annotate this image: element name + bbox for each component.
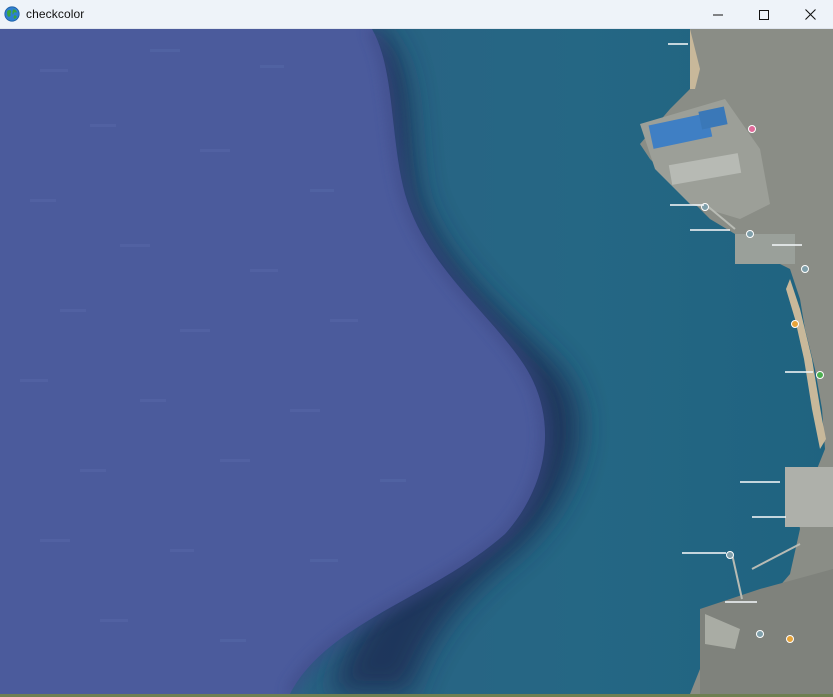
map-view[interactable] [0,29,833,694]
close-button[interactable] [787,0,833,29]
window-title: checkcolor [26,7,85,21]
maximize-icon [759,9,769,20]
maximize-button[interactable] [741,0,787,29]
title-bar[interactable]: checkcolor [0,0,833,29]
close-icon [804,9,816,20]
globe-icon [4,6,20,22]
minimize-button[interactable] [695,0,741,29]
map-canvas[interactable] [0,29,833,694]
caption-buttons [695,0,833,29]
minimize-icon [713,14,723,15]
app-window: checkcolor [0,0,833,697]
